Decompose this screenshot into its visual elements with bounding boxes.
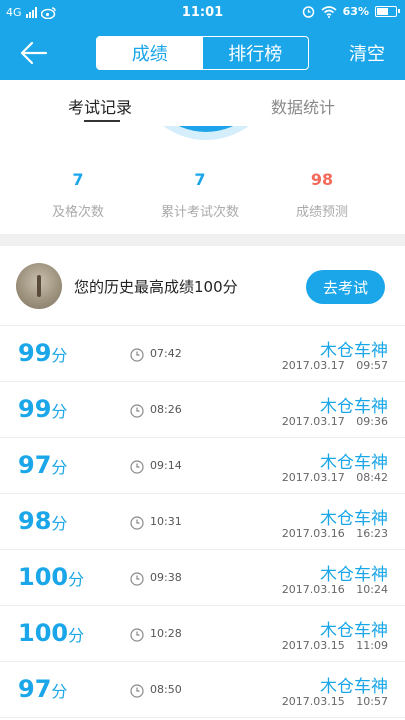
score-unit: 分 xyxy=(68,626,85,645)
score-circle xyxy=(142,126,270,132)
score-unit: 分 xyxy=(51,402,68,421)
battery-level xyxy=(377,8,388,15)
score-value: 100 xyxy=(18,563,69,591)
record-user-name: 木仓车神 xyxy=(320,677,388,697)
stats-panel: 7 及格次数 7 累计考试次数 98 成绩预测 xyxy=(0,126,405,234)
records-list: 99分 07:42 木仓车神 2017.03.17 09:57 99分 08:26 木仓车神… xyxy=(0,326,405,718)
score-value: 100 xyxy=(18,619,69,647)
record-date: 2017.03.16 16:23 xyxy=(281,527,388,540)
record-duration: 10:31 xyxy=(150,515,182,528)
score-value: 99 xyxy=(18,395,52,423)
record-duration: 09:38 xyxy=(150,571,182,584)
stat-value: 7 xyxy=(72,170,84,189)
score-unit: 分 xyxy=(51,514,68,533)
clear-button[interactable]: 清空 xyxy=(349,40,385,66)
record-date: 2017.03.15 10:57 xyxy=(281,695,388,708)
list-item[interactable]: 98分 10:31 木仓车神 2017.03.16 16:23 xyxy=(0,494,405,550)
record-duration: 10:28 xyxy=(150,627,182,640)
record-score: 98分 xyxy=(18,507,67,535)
record-date: 2017.03.15 11:09 xyxy=(281,639,388,652)
stat-prediction: 98 成绩预测 xyxy=(262,170,382,220)
score-value: 97 xyxy=(18,451,52,479)
score-value: 98 xyxy=(18,507,52,535)
list-item[interactable]: 97分 08:50 木仓车神 2017.03.15 10:57 xyxy=(0,662,405,718)
clock-icon xyxy=(130,515,144,530)
section-divider xyxy=(0,234,405,246)
record-date: 2017.03.16 10:24 xyxy=(281,583,388,596)
score-unit: 分 xyxy=(51,682,68,701)
avatar xyxy=(16,263,62,309)
clock-icon xyxy=(130,627,144,642)
score-unit: 分 xyxy=(51,458,68,477)
list-item[interactable]: 97分 09:14 木仓车神 2017.03.17 08:42 xyxy=(0,438,405,494)
stat-label: 累计考试次数 xyxy=(160,205,239,220)
stat-label: 及格次数 xyxy=(51,205,104,220)
record-user-name: 木仓车神 xyxy=(320,565,388,585)
record-duration: 08:26 xyxy=(150,403,182,416)
record-duration: 09:14 xyxy=(150,459,182,472)
record-duration: 08:50 xyxy=(150,683,182,696)
list-item[interactable]: 99分 07:42 木仓车神 2017.03.17 09:57 xyxy=(0,326,405,382)
record-date: 2017.03.17 09:57 xyxy=(281,359,388,372)
battery-icon xyxy=(375,6,400,17)
sub-tabs: 考试记录 数据统计 xyxy=(0,80,405,126)
wifi-icon xyxy=(321,5,337,18)
list-item[interactable]: 99分 08:26 木仓车神 2017.03.17 09:36 xyxy=(0,382,405,438)
record-duration: 07:42 xyxy=(150,347,182,360)
record-score: 99分 xyxy=(18,395,67,423)
stat-value: 98 xyxy=(310,170,334,189)
record-date: 2017.03.17 08:42 xyxy=(281,471,388,484)
active-tab-indicator xyxy=(84,120,120,122)
record-score: 97分 xyxy=(18,451,67,479)
nav-bar: 成绩 排行榜 清空 xyxy=(0,26,405,80)
status-right: 63% xyxy=(302,5,400,18)
best-score-banner: 您的历史最高成绩100分 去考试 xyxy=(0,246,405,326)
record-score: 97分 xyxy=(18,675,67,703)
list-item[interactable]: 100分 10:28 木仓车神 2017.03.15 11:09 xyxy=(0,606,405,662)
record-user-name: 木仓车神 xyxy=(320,621,388,641)
segmented-control: 成绩 排行榜 xyxy=(96,36,309,70)
stat-total-exams: 7 累计考试次数 xyxy=(140,170,260,220)
clock-icon xyxy=(130,459,144,474)
clock-icon xyxy=(130,683,144,698)
battery-percent: 63% xyxy=(342,5,369,18)
score-unit: 分 xyxy=(68,570,85,589)
arrow-left-icon xyxy=(20,41,48,65)
record-score: 100分 xyxy=(18,563,84,591)
tab-exam-records[interactable]: 考试记录 xyxy=(68,94,132,118)
tab-statistics[interactable]: 数据统计 xyxy=(271,94,335,118)
clock-icon xyxy=(130,347,144,362)
back-button[interactable] xyxy=(18,38,50,68)
stat-pass-count: 7 及格次数 xyxy=(18,170,138,220)
best-score-text: 您的历史最高成绩100分 xyxy=(74,278,238,296)
status-bar: 4G 11:01 63% xyxy=(0,0,405,26)
tab-leaderboard[interactable]: 排行榜 xyxy=(203,37,309,69)
tab-scores[interactable]: 成绩 xyxy=(97,37,203,69)
score-value: 97 xyxy=(18,675,52,703)
clock-icon xyxy=(130,571,144,586)
record-score: 99分 xyxy=(18,339,67,367)
record-user-name: 木仓车神 xyxy=(320,509,388,529)
take-exam-button[interactable]: 去考试 xyxy=(306,270,385,304)
record-score: 100分 xyxy=(18,619,84,647)
stat-value: 7 xyxy=(194,170,206,189)
record-user-name: 木仓车神 xyxy=(320,397,388,417)
score-value: 99 xyxy=(18,339,52,367)
record-user-name: 木仓车神 xyxy=(320,341,388,361)
record-user-name: 木仓车神 xyxy=(320,453,388,473)
record-date: 2017.03.17 09:36 xyxy=(281,415,388,428)
score-unit: 分 xyxy=(51,346,68,365)
clock-icon xyxy=(130,403,144,418)
list-item[interactable]: 100分 09:38 木仓车神 2017.03.16 10:24 xyxy=(0,550,405,606)
stat-label: 成绩预测 xyxy=(295,205,348,220)
alarm-icon xyxy=(302,6,314,18)
